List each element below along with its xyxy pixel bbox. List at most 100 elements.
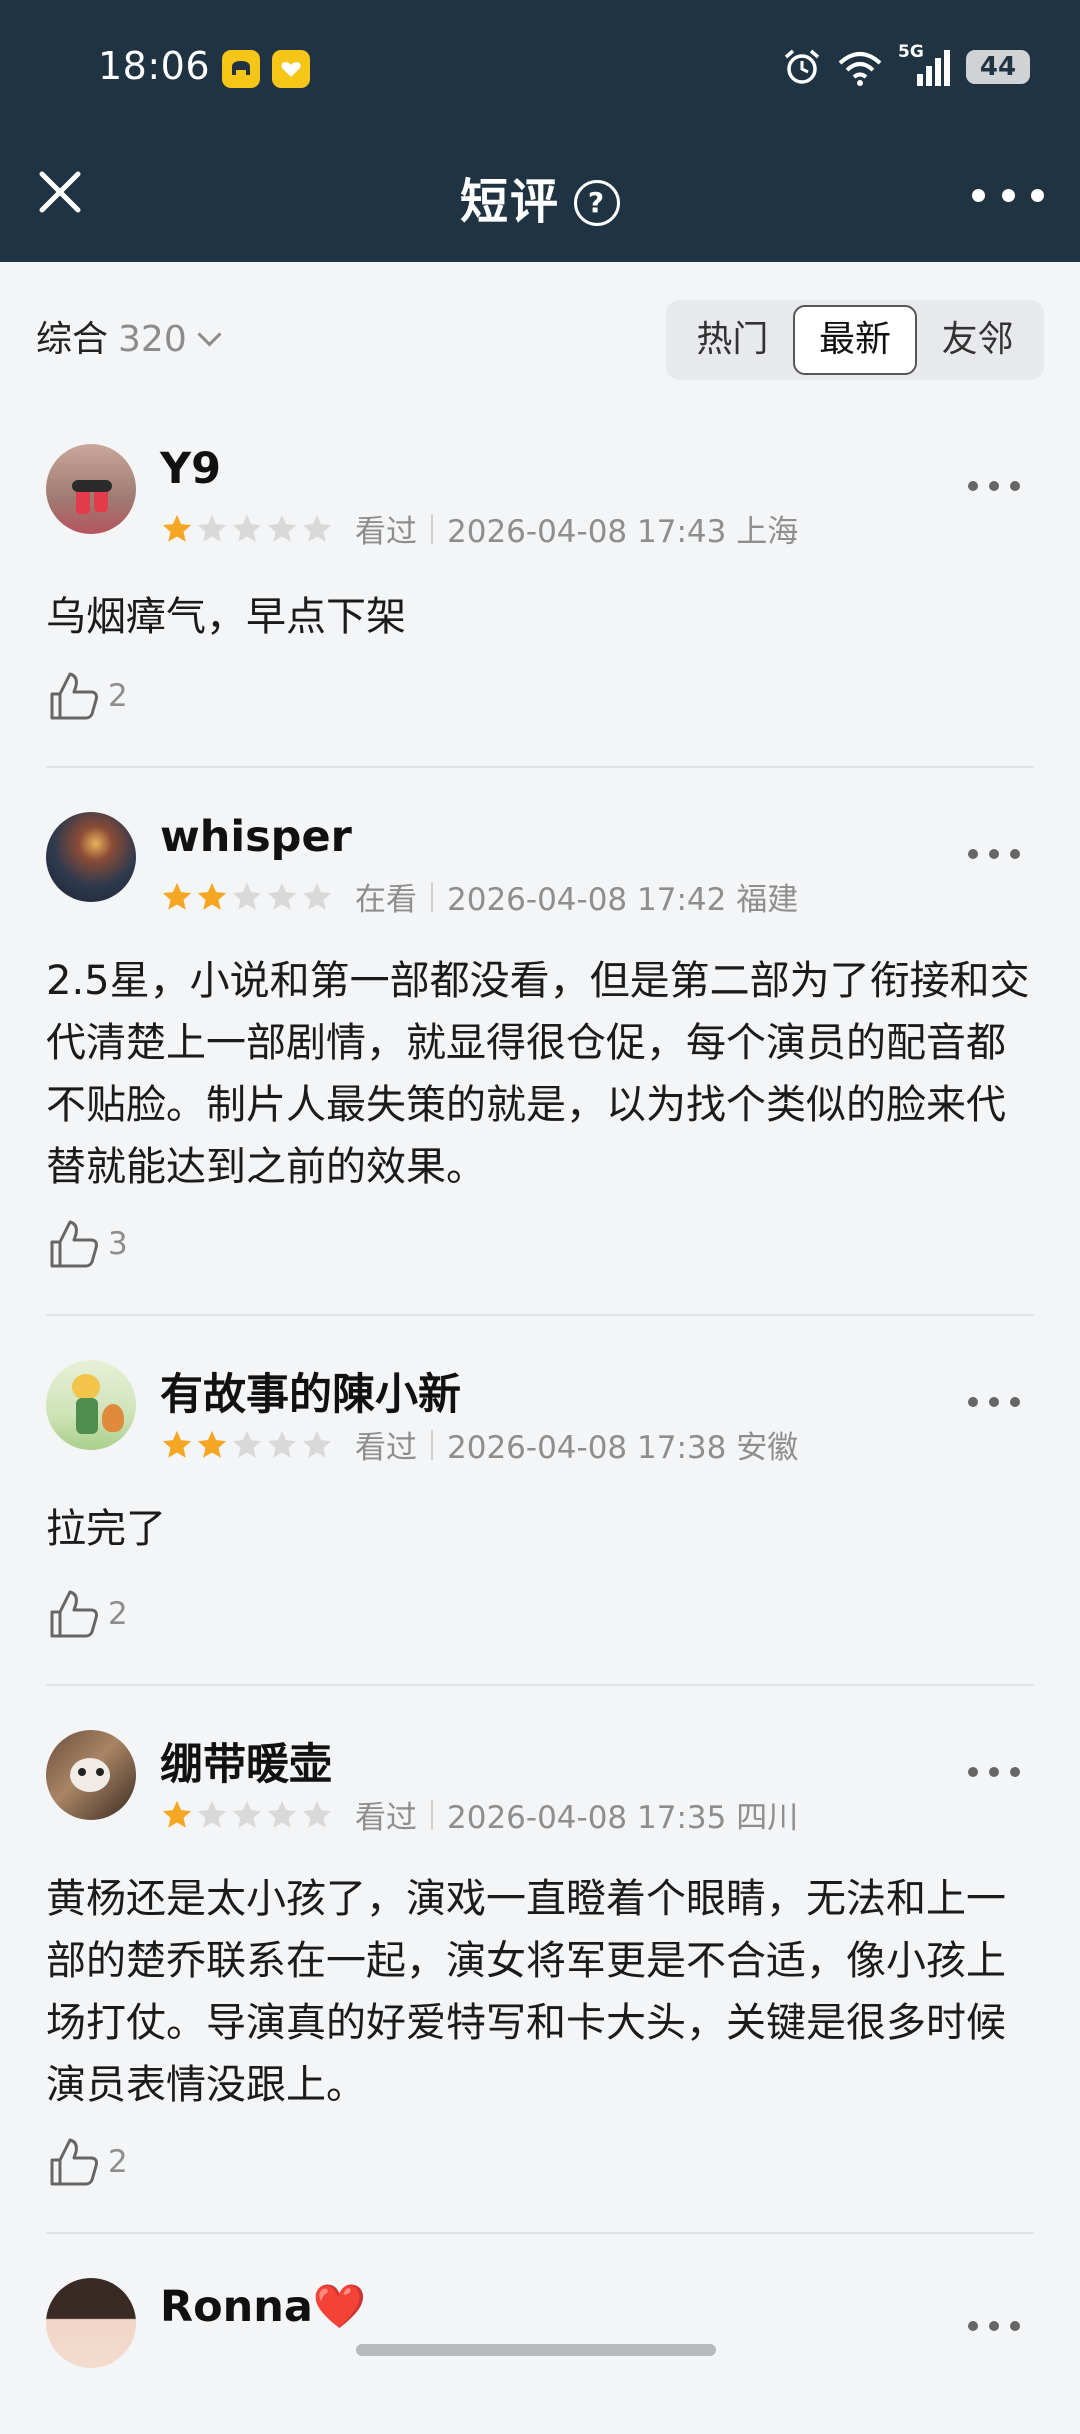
review-datetime: 2026-04-08 17:43 上海 <box>447 514 799 550</box>
watch-status: 看过 <box>355 1800 417 1836</box>
star-rating <box>160 880 335 914</box>
nav-bar: 短评? <box>0 140 1080 262</box>
review-more-button[interactable] <box>968 1392 1020 1412</box>
review-meta: 看过 2026-04-08 17:35 四川 <box>160 1792 798 1837</box>
avatar[interactable] <box>46 444 136 534</box>
star-empty-icon <box>267 1430 297 1458</box>
car-app-icon <box>222 50 260 88</box>
sort-dropdown[interactable]: 综合 320 <box>36 310 222 362</box>
like-button[interactable]: 2 <box>46 668 128 724</box>
like-button[interactable]: 2 <box>46 1586 128 1642</box>
review-more-button[interactable] <box>968 1762 1020 1782</box>
like-count: 3 <box>108 1226 128 1262</box>
star-filled-icon <box>162 514 192 542</box>
review-datetime: 2026-04-08 17:38 安徽 <box>447 1430 799 1466</box>
star-rating <box>160 1428 335 1462</box>
star-rating <box>160 512 335 546</box>
review-text: 2.5星，小说和第一部都没看，但是第二部为了衔接和交代清楚上一部剧情，就显得很仓… <box>46 958 1030 1190</box>
review-datetime: 2026-04-08 17:42 福建 <box>447 882 799 918</box>
watch-status: 看过 <box>355 1430 417 1466</box>
avatar[interactable] <box>46 812 136 902</box>
star-rating <box>160 1798 335 1832</box>
review-text: 黄杨还是太小孩了，演戏一直瞪着个眼睛，无法和上一部的楚乔联系在一起，演女将军更是… <box>46 1876 1006 2108</box>
filter-row: 综合 320 热门 最新 友邻 <box>0 262 1080 402</box>
star-filled-icon <box>162 1800 192 1828</box>
star-filled-icon <box>162 882 192 910</box>
username[interactable]: 有故事的陳小新 <box>160 1360 461 1422</box>
sort-label: 综合 <box>36 319 109 360</box>
review-item: Ronna❤️ <box>46 2234 1034 2434</box>
more-options-button[interactable] <box>972 180 1044 210</box>
avatar[interactable] <box>46 1730 136 1820</box>
star-empty-icon <box>267 882 297 910</box>
page-title: 短评? <box>0 162 1080 232</box>
username[interactable]: 绷带暖壶 <box>160 1730 332 1792</box>
sort-tabs: 热门 最新 友邻 <box>666 300 1044 380</box>
review-datetime: 2026-04-08 17:35 四川 <box>447 1800 799 1836</box>
status-time: 18:06 <box>98 44 211 88</box>
tab-friends[interactable]: 友邻 <box>917 305 1038 375</box>
thumbs-up-icon <box>50 672 98 720</box>
heart-app-icon <box>272 50 310 88</box>
star-empty-icon <box>302 1430 332 1458</box>
page-title-text: 短评 <box>459 174 560 230</box>
signal-icon: 5G <box>898 42 952 88</box>
watch-status: 看过 <box>355 514 417 550</box>
avatar[interactable] <box>46 2278 136 2368</box>
wifi-icon <box>838 52 882 86</box>
username[interactable]: whisper <box>160 812 352 862</box>
battery-icon: 44 <box>966 50 1030 84</box>
review-item: Y9 看过 2026-04-08 17:43 上海 乌烟瘴气，早点下架 2 <box>46 402 1034 768</box>
review-meta: 在看 2026-04-08 17:42 福建 <box>160 874 798 919</box>
like-count: 2 <box>108 2144 128 2180</box>
like-button[interactable]: 2 <box>46 2134 128 2190</box>
review-more-button[interactable] <box>968 476 1020 496</box>
help-icon[interactable]: ? <box>574 179 620 226</box>
username[interactable]: Ronna❤️ <box>160 2282 366 2332</box>
thumbs-up-icon <box>50 2138 98 2186</box>
like-count: 2 <box>108 678 128 714</box>
star-filled-icon <box>197 1430 227 1458</box>
app-header: 18:06 5G 44 短评 ? <box>0 0 1080 262</box>
star-empty-icon <box>232 1430 262 1458</box>
star-filled-icon <box>162 1430 192 1458</box>
home-indicator[interactable] <box>356 2344 716 2356</box>
star-empty-icon <box>197 1800 227 1828</box>
review-text: 拉完了 <box>46 1506 166 1552</box>
review-meta: 看过 2026-04-08 17:43 上海 <box>160 506 798 551</box>
watch-status: 在看 <box>355 882 417 918</box>
status-bar: 18:06 5G 44 <box>0 0 1080 140</box>
review-item: whisper 在看 2026-04-08 17:42 福建 2.5星，小说和第… <box>46 768 1034 1316</box>
avatar[interactable] <box>46 1360 136 1450</box>
tab-latest[interactable]: 最新 <box>792 305 918 375</box>
review-count: 320 <box>118 319 187 360</box>
star-empty-icon <box>232 514 262 542</box>
thumbs-up-icon <box>50 1590 98 1638</box>
review-more-button[interactable] <box>968 2316 1020 2336</box>
divider <box>431 881 433 912</box>
star-empty-icon <box>232 1800 262 1828</box>
tab-hot[interactable]: 热门 <box>672 305 793 375</box>
review-list-page: 综合 320 热门 最新 友邻 Y9 看过 2026-04-08 17:43 上海… <box>0 262 1080 2434</box>
review-item: 有故事的陳小新 看过 2026-04-08 17:38 安徽 拉完了 2 <box>46 1316 1034 1686</box>
review-more-button[interactable] <box>968 844 1020 864</box>
star-filled-icon <box>197 882 227 910</box>
star-empty-icon <box>267 514 297 542</box>
review-text: 乌烟瘴气，早点下架 <box>46 594 406 640</box>
review-item: 绷带暖壶 看过 2026-04-08 17:35 四川 黄杨还是太小孩了，演戏一… <box>46 1686 1034 2234</box>
star-empty-icon <box>302 514 332 542</box>
chevron-down-icon <box>197 322 222 347</box>
alarm-icon <box>784 49 820 84</box>
username[interactable]: Y9 <box>160 444 221 494</box>
star-empty-icon <box>197 514 227 542</box>
divider <box>431 1799 433 1830</box>
like-count: 2 <box>108 1596 128 1632</box>
review-meta: 看过 2026-04-08 17:38 安徽 <box>160 1422 798 1467</box>
star-empty-icon <box>232 882 262 910</box>
thumbs-up-icon <box>50 1220 98 1268</box>
star-empty-icon <box>302 882 332 910</box>
divider <box>431 513 433 544</box>
like-button[interactable]: 3 <box>46 1216 128 1272</box>
star-empty-icon <box>267 1800 297 1828</box>
divider <box>431 1429 433 1460</box>
